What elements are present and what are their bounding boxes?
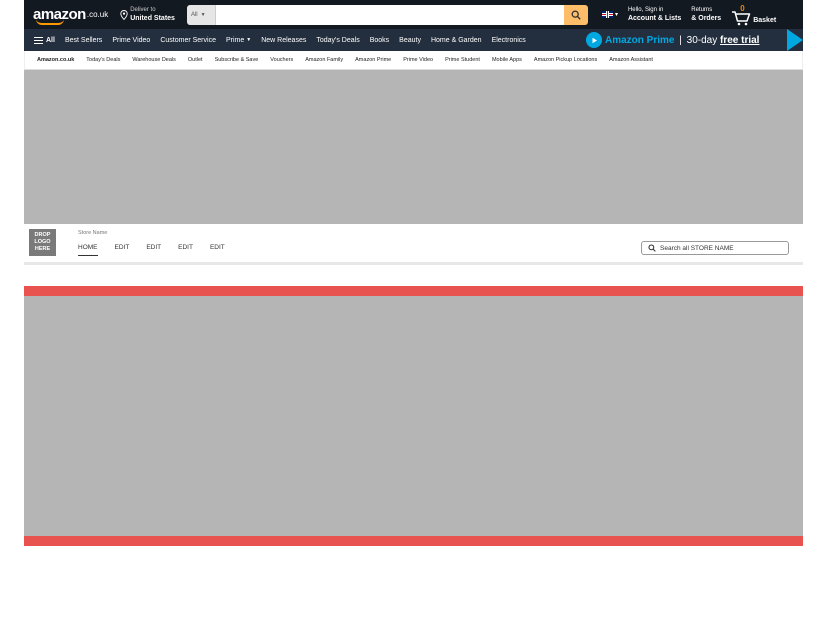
caret-down-icon: ▼ [246,37,252,43]
nav-item-books[interactable]: Books [365,37,394,44]
deliver-location: United States [130,14,175,22]
search-category-select[interactable]: All ▼ [186,4,216,25]
nav-item-home-garden[interactable]: Home & Garden [426,37,487,44]
caret-down-icon: ▼ [200,11,206,18]
prime-brand: Amazon Prime [605,34,675,46]
banner-arrow-shape [787,29,803,51]
search-input[interactable] [215,4,564,25]
basket-label: Basket [753,16,777,24]
account-lists[interactable]: Hello, Sign in Account & Lists [628,7,681,23]
returns-label: Returns [691,6,713,13]
nav-item-new-releases[interactable]: New Releases [256,37,311,44]
nav-item-beauty[interactable]: Beauty [394,37,426,44]
subnav-item-warehouse-deals[interactable]: Warehouse Deals [126,57,182,63]
basket-button[interactable]: 0 Basket [731,4,776,26]
hamburger-icon [34,36,43,44]
subnav-item-amazon-prime[interactable]: Amazon Prime [349,57,397,63]
store-search-input[interactable]: Search all STORE NAME [641,241,789,255]
amazon-logo[interactable]: amazon .co.uk [24,0,114,29]
store-search-placeholder: Search all STORE NAME [660,244,734,252]
nav-item-customer-service[interactable]: Customer Service [155,37,221,44]
search-icon [571,10,581,20]
subnav-item-mobile-apps[interactable]: Mobile Apps [486,57,528,63]
sub-nav: Amazon.co.uk Today's Deals Warehouse Dea… [24,51,803,70]
content-bottom-red-band [24,536,803,546]
top-nav: amazon .co.uk Deliver to United States A… [24,0,803,29]
smile-icon [36,19,64,25]
subnav-item-todays-deals[interactable]: Today's Deals [80,57,126,63]
subnav-item-amazon-co-uk[interactable]: Amazon.co.uk [25,57,80,63]
store-logo-placeholder: DROP LOGO HERE [29,229,56,256]
subnav-item-prime-video[interactable]: Prime Video [397,57,439,63]
deliver-label: Deliver to [130,6,156,13]
deliver-to[interactable]: Deliver to United States [114,0,181,29]
subnav-item-pickup-locations[interactable]: Amazon Pickup Locations [528,57,603,63]
account-greeting: Hello, Sign in [627,6,664,13]
subnav-item-amazon-family[interactable]: Amazon Family [299,57,349,63]
nav-item-prime-label: Prime [225,36,245,44]
prime-separator: | [679,34,682,46]
subnav-item-vouchers[interactable]: Vouchers [264,57,299,63]
store-tab-edit-3[interactable]: EDIT [178,244,193,256]
uk-flag-icon [601,11,613,18]
prime-free-trial: free trial [720,34,760,46]
content-top-red-band [24,286,803,296]
nav-item-electronics[interactable]: Electronics [487,37,531,44]
basket-count: 0 [740,3,745,13]
subnav-item-outlet[interactable]: Outlet [182,57,209,63]
nav-item-prime[interactable]: Prime ▼ [221,37,256,44]
all-menu-button[interactable]: All [24,36,60,44]
store-tab-edit-4[interactable]: EDIT [210,244,225,256]
prime-trial-banner[interactable]: Amazon Prime | 30-day free trial [586,29,803,51]
returns-orders[interactable]: Returns & Orders [691,7,721,23]
main-search: All ▼ [186,4,588,25]
logo-tld: .co.uk [86,10,109,19]
orders-label: & Orders [691,14,722,22]
caret-down-icon: ▾ [614,12,618,18]
store-tab-home[interactable]: HOME [78,244,98,256]
search-icon [648,244,656,252]
nav-item-best-sellers[interactable]: Best Sellers [60,37,107,44]
store-content-placeholder [24,286,803,546]
amazon-page: amazon .co.uk Deliver to United States A… [24,0,803,265]
main-nav: All Best Sellers Prime Video Customer Se… [24,29,803,51]
location-pin-icon [120,9,128,20]
search-category-label: All [190,11,198,18]
account-label: Account & Lists [627,14,682,22]
store-name: Store Name [78,230,108,236]
play-icon [586,32,602,48]
language-selector[interactable]: ▾ [601,11,618,18]
search-button[interactable] [563,4,588,25]
nav-item-todays-deals[interactable]: Today's Deals [311,37,364,44]
prime-banner-text: Amazon Prime | 30-day free trial [605,35,759,46]
store-navigation-bar: DROP LOGO HERE Store Name HOME EDIT EDIT E… [24,224,803,265]
subnav-item-subscribe-save[interactable]: Subscribe & Save [209,57,265,63]
prime-days: 30-day [686,34,718,46]
nav-item-prime-video[interactable]: Prime Video [107,37,155,44]
store-tab-edit-2[interactable]: EDIT [146,244,161,256]
all-menu-label: All [46,36,55,44]
subnav-item-amazon-assistant[interactable]: Amazon Assistant [603,57,659,63]
store-hero-placeholder [24,70,803,224]
store-tabs: HOME EDIT EDIT EDIT EDIT [78,244,242,256]
store-tab-edit-1[interactable]: EDIT [115,244,130,256]
subnav-item-prime-student[interactable]: Prime Student [439,57,486,63]
